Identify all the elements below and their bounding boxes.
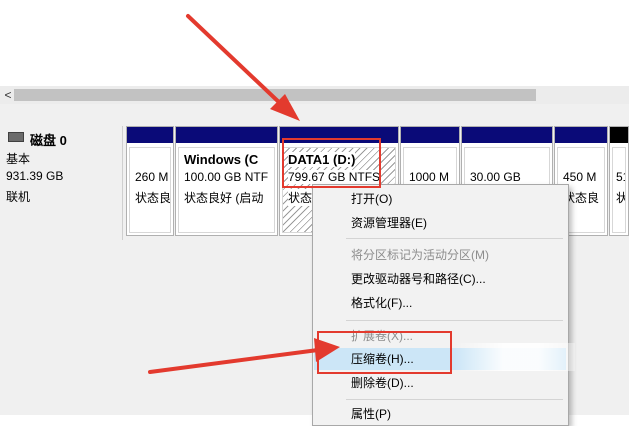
annotation-arrows	[148, 14, 340, 374]
annotation-arrow-down	[186, 14, 300, 121]
annotation-arrow-right	[148, 338, 340, 374]
